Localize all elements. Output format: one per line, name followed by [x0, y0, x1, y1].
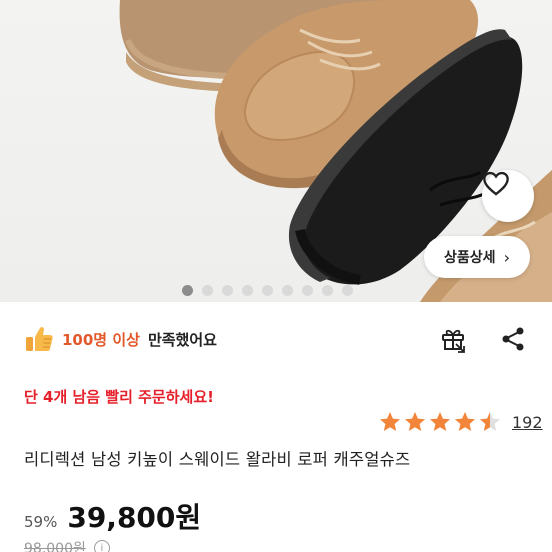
gift-icon [442, 329, 465, 353]
gift-button[interactable] [436, 322, 470, 356]
price-row: 59% 39,800원 [24, 496, 201, 536]
carousel-dot[interactable] [222, 285, 233, 296]
carousel-dot[interactable] [202, 285, 213, 296]
star-icon [430, 412, 450, 431]
carousel-dot[interactable] [182, 285, 193, 296]
carousel-dot[interactable] [322, 285, 333, 296]
product-image-carousel[interactable]: 상품상세 › [0, 0, 552, 302]
satisfaction-count: 100명 이상 [62, 330, 140, 349]
star-icon [405, 412, 425, 431]
carousel-dot[interactable] [282, 285, 293, 296]
carousel-dot[interactable] [302, 285, 313, 296]
star-rating [378, 410, 502, 434]
carousel-dot[interactable] [242, 285, 253, 296]
original-price-row: 98,000원 i [24, 538, 110, 552]
discount-rate: 59% [24, 513, 58, 531]
product-detail-button[interactable]: 상품상세 › [424, 236, 530, 278]
carousel-dot[interactable] [342, 285, 353, 296]
original-price: 98,000원 [24, 541, 86, 552]
satisfaction-banner: 100명 이상 만족했어요 [24, 320, 217, 358]
info-icon[interactable]: i [93, 540, 110, 552]
stock-notice: 단 4개 남음 빨리 주문하세요! [24, 388, 214, 406]
product-title: 리디렉션 남성 키높이 스웨이드 왈라비 로퍼 캐주얼슈즈 [24, 450, 411, 469]
wishlist-button[interactable] [482, 170, 534, 222]
star-icon [380, 412, 400, 431]
thumbs-up-icon [26, 327, 53, 351]
satisfaction-text: 만족했어요 [147, 330, 217, 349]
review-count-link[interactable]: 192 [512, 413, 543, 432]
share-button[interactable] [496, 322, 530, 356]
sale-price: 39,800원 [67, 501, 202, 534]
carousel-dot[interactable] [262, 285, 273, 296]
share-icon [502, 327, 524, 351]
chevron-right-icon: › [503, 247, 510, 267]
rating-summary[interactable]: 192 [378, 410, 543, 434]
heart-icon [483, 171, 509, 196]
star-icon [455, 412, 475, 431]
product-detail-label: 상품상세 [444, 250, 496, 266]
carousel-indicator [182, 285, 353, 296]
half-star-icon [480, 412, 500, 431]
